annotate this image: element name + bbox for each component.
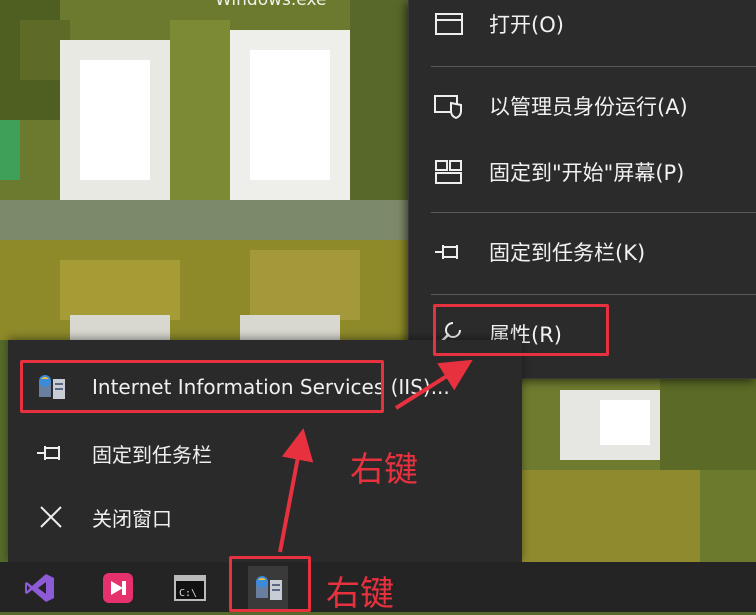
arrow-taskbar-to-item: [278, 428, 314, 553]
annotation-arrows: [278, 359, 473, 553]
annotation-right-click-2: 右键: [326, 574, 394, 614]
arrow-item-to-properties: [394, 359, 473, 410]
annotation-right-click-1: 右键: [350, 450, 418, 490]
